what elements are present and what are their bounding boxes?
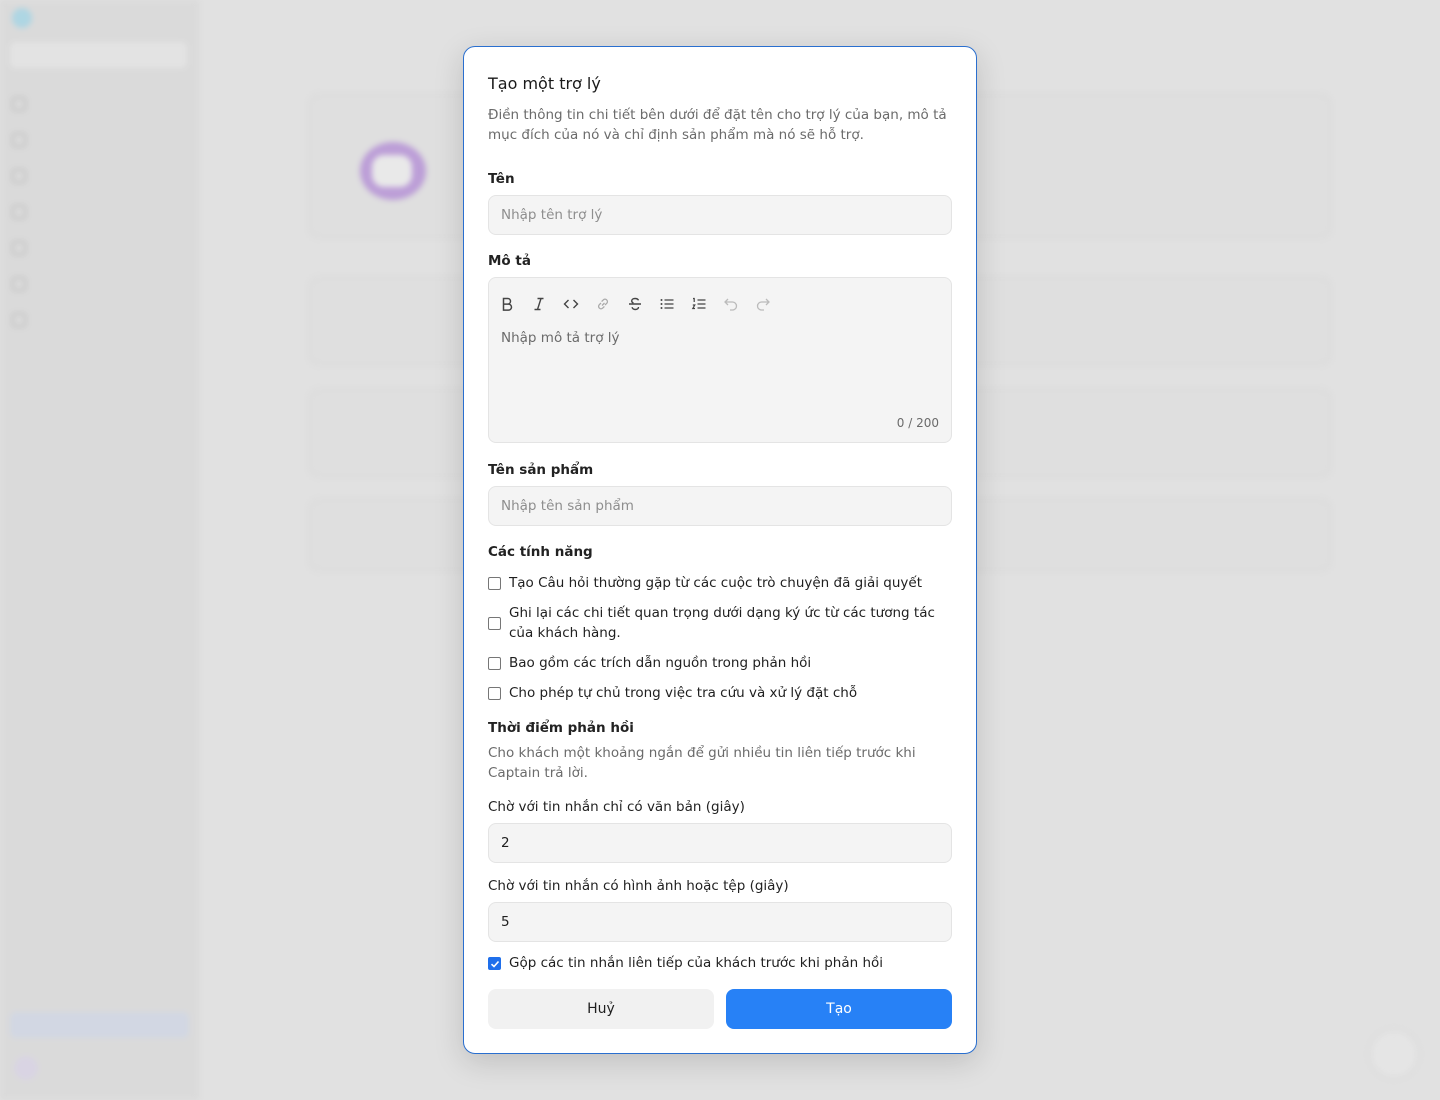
code-icon[interactable]	[563, 296, 579, 312]
media-wait-input[interactable]	[488, 902, 952, 942]
checkbox-label: Gộp các tin nhắn liên tiếp của khách trư…	[509, 955, 884, 971]
undo-icon[interactable]	[723, 296, 739, 312]
checkbox-label: Cho phép tự chủ trong việc tra cứu và xử…	[509, 685, 858, 701]
feature-faq-checkbox[interactable]: Tạo Câu hỏi thường gặp từ các cuộc trò c…	[488, 573, 952, 593]
checkbox[interactable]	[488, 657, 501, 670]
dialog-title: Tạo một trợ lý	[488, 74, 601, 93]
strikethrough-icon[interactable]	[627, 296, 643, 312]
description-placeholder: Nhập mô tả trợ lý	[501, 330, 620, 346]
dialog-actions: Huỷ Tạo	[488, 989, 952, 1029]
response-timing-title: Thời điểm phản hồi	[488, 720, 634, 736]
media-wait-label: Chờ với tin nhắn có hình ảnh hoặc tệp (g…	[488, 878, 789, 894]
character-counter: 0 / 200	[896, 416, 939, 430]
link-icon[interactable]	[595, 296, 611, 312]
create-assistant-dialog: Tạo một trợ lý Điền thông tin chi tiết b…	[463, 46, 977, 1054]
cancel-button[interactable]: Huỷ	[488, 989, 714, 1029]
check-icon	[490, 960, 499, 968]
feature-citations-checkbox[interactable]: Bao gồm các trích dẫn nguồn trong phản h…	[488, 653, 952, 673]
numbered-list-icon[interactable]	[691, 296, 707, 312]
bullet-list-icon[interactable]	[659, 296, 675, 312]
text-wait-label: Chờ với tin nhắn chỉ có văn bản (giây)	[488, 799, 745, 815]
text-wait-input[interactable]	[488, 823, 952, 863]
redo-icon[interactable]	[755, 296, 771, 312]
create-button[interactable]: Tạo	[726, 989, 952, 1029]
italic-icon[interactable]	[531, 296, 547, 312]
assistant-name-input[interactable]	[488, 195, 952, 235]
bold-icon[interactable]	[499, 296, 515, 312]
name-label: Tên	[488, 171, 515, 187]
feature-booking-checkbox[interactable]: Cho phép tự chủ trong việc tra cứu và xử…	[488, 683, 952, 703]
response-timing-description: Cho khách một khoảng ngắn để gửi nhiều t…	[488, 745, 916, 781]
checkbox[interactable]	[488, 687, 501, 700]
checkbox[interactable]	[488, 617, 501, 630]
merge-messages-checkbox[interactable]: Gộp các tin nhắn liên tiếp của khách trư…	[488, 953, 952, 973]
product-name-input[interactable]	[488, 486, 952, 526]
description-label: Mô tả	[488, 253, 531, 269]
features-label: Các tính năng	[488, 544, 593, 560]
feature-memory-checkbox[interactable]: Ghi lại các chi tiết quan trọng dưới dạn…	[488, 603, 952, 643]
dialog-description: Điền thông tin chi tiết bên dưới để đặt …	[488, 107, 947, 143]
checkbox-checked[interactable]	[488, 957, 501, 970]
product-label: Tên sản phẩm	[488, 462, 594, 478]
checkbox-label: Ghi lại các chi tiết quan trọng dưới dạn…	[509, 605, 935, 641]
checkbox-label: Bao gồm các trích dẫn nguồn trong phản h…	[509, 655, 812, 671]
description-editor[interactable]: Nhập mô tả trợ lý 0 / 200	[488, 277, 952, 443]
checkbox[interactable]	[488, 577, 501, 590]
checkbox-label: Tạo Câu hỏi thường gặp từ các cuộc trò c…	[509, 575, 923, 591]
editor-toolbar	[489, 278, 951, 322]
